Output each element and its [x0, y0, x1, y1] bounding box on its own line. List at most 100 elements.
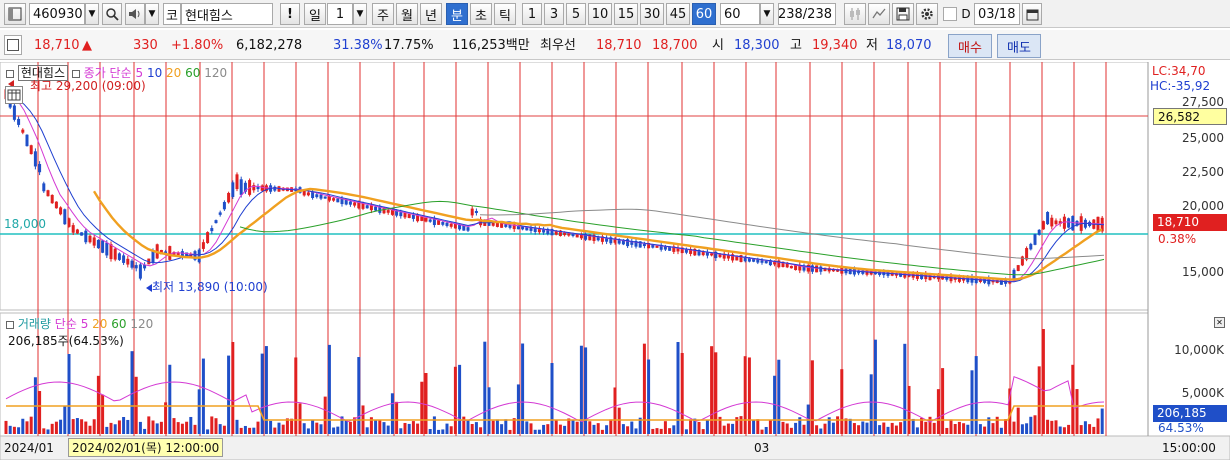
candle-body	[764, 260, 768, 264]
buy-button[interactable]: 매수	[948, 34, 992, 58]
calendar-icon	[1026, 9, 1038, 20]
quote-panel-toggle[interactable]	[4, 35, 22, 55]
volume-bar	[197, 389, 201, 434]
volume-bar	[911, 418, 915, 434]
volume-current: 206,185주(64.53%)	[8, 334, 124, 348]
volume-bar	[428, 429, 432, 434]
volume-bar	[941, 368, 945, 434]
warning-button[interactable]: !	[280, 3, 300, 25]
volume-bar	[374, 419, 378, 434]
volume-bar	[731, 423, 735, 434]
save-button[interactable]	[892, 3, 914, 25]
interval-select-dropdown[interactable]: ▼	[760, 3, 774, 25]
period-day-button[interactable]: 일	[304, 3, 326, 25]
volume-legend-toggle-icon[interactable]	[6, 320, 14, 329]
sound-button[interactable]	[125, 3, 145, 25]
volume-bar	[672, 425, 676, 434]
period-second-button[interactable]: 초	[470, 3, 492, 25]
volume-bar	[302, 423, 306, 434]
volume-bar	[689, 419, 693, 434]
volume-bar	[663, 421, 667, 434]
candle-body	[458, 224, 462, 230]
stock-chart-area[interactable]: 현대힘스 종가 단순 5 10 20 60 120 최고 29,200 (09:…	[0, 62, 1230, 460]
window-icon[interactable]	[4, 3, 26, 25]
volume-legend-name: 거래량	[17, 317, 51, 331]
legend-toggle-icon[interactable]	[6, 69, 14, 78]
volume-bar	[991, 423, 995, 434]
candle-body	[348, 201, 352, 205]
volume-bar	[542, 424, 546, 434]
interval-select[interactable]: 60	[720, 3, 760, 25]
volume-bar	[899, 422, 903, 434]
volume-bar	[109, 422, 113, 434]
volume-bar	[252, 427, 256, 434]
market-badge: 코	[163, 3, 181, 25]
volume-bar	[201, 358, 205, 434]
volume-bar	[500, 424, 504, 434]
current-price-tag: 18,710	[1153, 214, 1227, 231]
sell-button[interactable]: 매도	[997, 34, 1041, 58]
volume-bar	[861, 421, 865, 434]
volume-bar	[655, 428, 659, 434]
legend-ma-toggle-icon[interactable]	[71, 69, 80, 78]
period-minute-button[interactable]: 분	[446, 3, 468, 25]
candle-type-button[interactable]	[844, 3, 866, 25]
period-year-button[interactable]: 년	[420, 3, 442, 25]
interval-45-button[interactable]: 45	[666, 3, 690, 25]
stock-name-field[interactable]: 현대힘스	[181, 3, 273, 25]
line-tool-button[interactable]	[868, 3, 890, 25]
candle-body	[201, 242, 205, 249]
interval-60-button[interactable]: 60	[692, 3, 716, 25]
count-input[interactable]: 238/238	[778, 3, 836, 25]
d-checkbox[interactable]	[943, 7, 957, 21]
chart-canvas[interactable]	[0, 62, 1230, 460]
volume-bar	[1062, 427, 1066, 434]
low-price: 18,070	[886, 38, 932, 53]
settings-button[interactable]	[916, 3, 938, 25]
period-day-label: 일	[309, 8, 321, 24]
legend-ma10: 10	[146, 66, 163, 80]
period-value-input[interactable]: 1	[327, 3, 353, 25]
chart-grid-toggle[interactable]	[5, 86, 23, 104]
candle-body	[773, 262, 777, 265]
interval-3-button[interactable]: 3	[544, 3, 564, 25]
interval-10-button[interactable]: 10	[588, 3, 612, 25]
volume-bar	[659, 428, 663, 434]
volume-bar	[878, 425, 882, 434]
volume-panel-close-icon[interactable]: ✕	[1214, 317, 1225, 328]
interval-label: 60	[695, 6, 713, 22]
volume-bar	[348, 421, 352, 434]
sound-dropdown[interactable]: ▼	[145, 3, 159, 25]
chart-toolbar: 460930 ▼ ▼ 코 현대힘스 ! 일 1 ▼ 주 월 년 분 초 틱 1 …	[0, 0, 1230, 28]
stock-code-dropdown[interactable]: ▼	[85, 3, 99, 25]
candle-body	[17, 118, 21, 125]
stock-code-input[interactable]: 460930	[29, 3, 85, 25]
period-tick-button[interactable]: 틱	[494, 3, 516, 25]
volume-bar	[529, 423, 533, 434]
volume-bar	[668, 428, 672, 434]
interval-15-button[interactable]: 15	[614, 3, 638, 25]
volume-bar	[1037, 366, 1041, 434]
period-week-button[interactable]: 주	[372, 3, 394, 25]
interval-5-button[interactable]: 5	[566, 3, 586, 25]
candle-body	[336, 198, 340, 203]
volume-bar	[470, 424, 474, 434]
candle-body	[1067, 218, 1071, 228]
date-input[interactable]: 03/18	[974, 3, 1020, 25]
volume-bar	[1050, 420, 1054, 434]
time-axis-end: 15:00:00	[1162, 441, 1216, 455]
trade-volume: 6,182,278	[236, 38, 303, 53]
period-value-dropdown[interactable]: ▼	[353, 3, 367, 25]
volume-bar	[71, 419, 75, 434]
period-month-button[interactable]: 월	[396, 3, 418, 25]
volume-bar	[508, 429, 512, 434]
best-quote-label: 최우선	[540, 38, 576, 53]
search-button[interactable]	[102, 3, 122, 25]
candle-body	[789, 265, 793, 269]
volume-bar	[953, 424, 957, 434]
volume-bar	[697, 421, 701, 434]
interval-30-button[interactable]: 30	[640, 3, 664, 25]
interval-1-button[interactable]: 1	[522, 3, 542, 25]
calendar-button[interactable]	[1022, 3, 1042, 25]
volume-bar	[151, 420, 155, 434]
